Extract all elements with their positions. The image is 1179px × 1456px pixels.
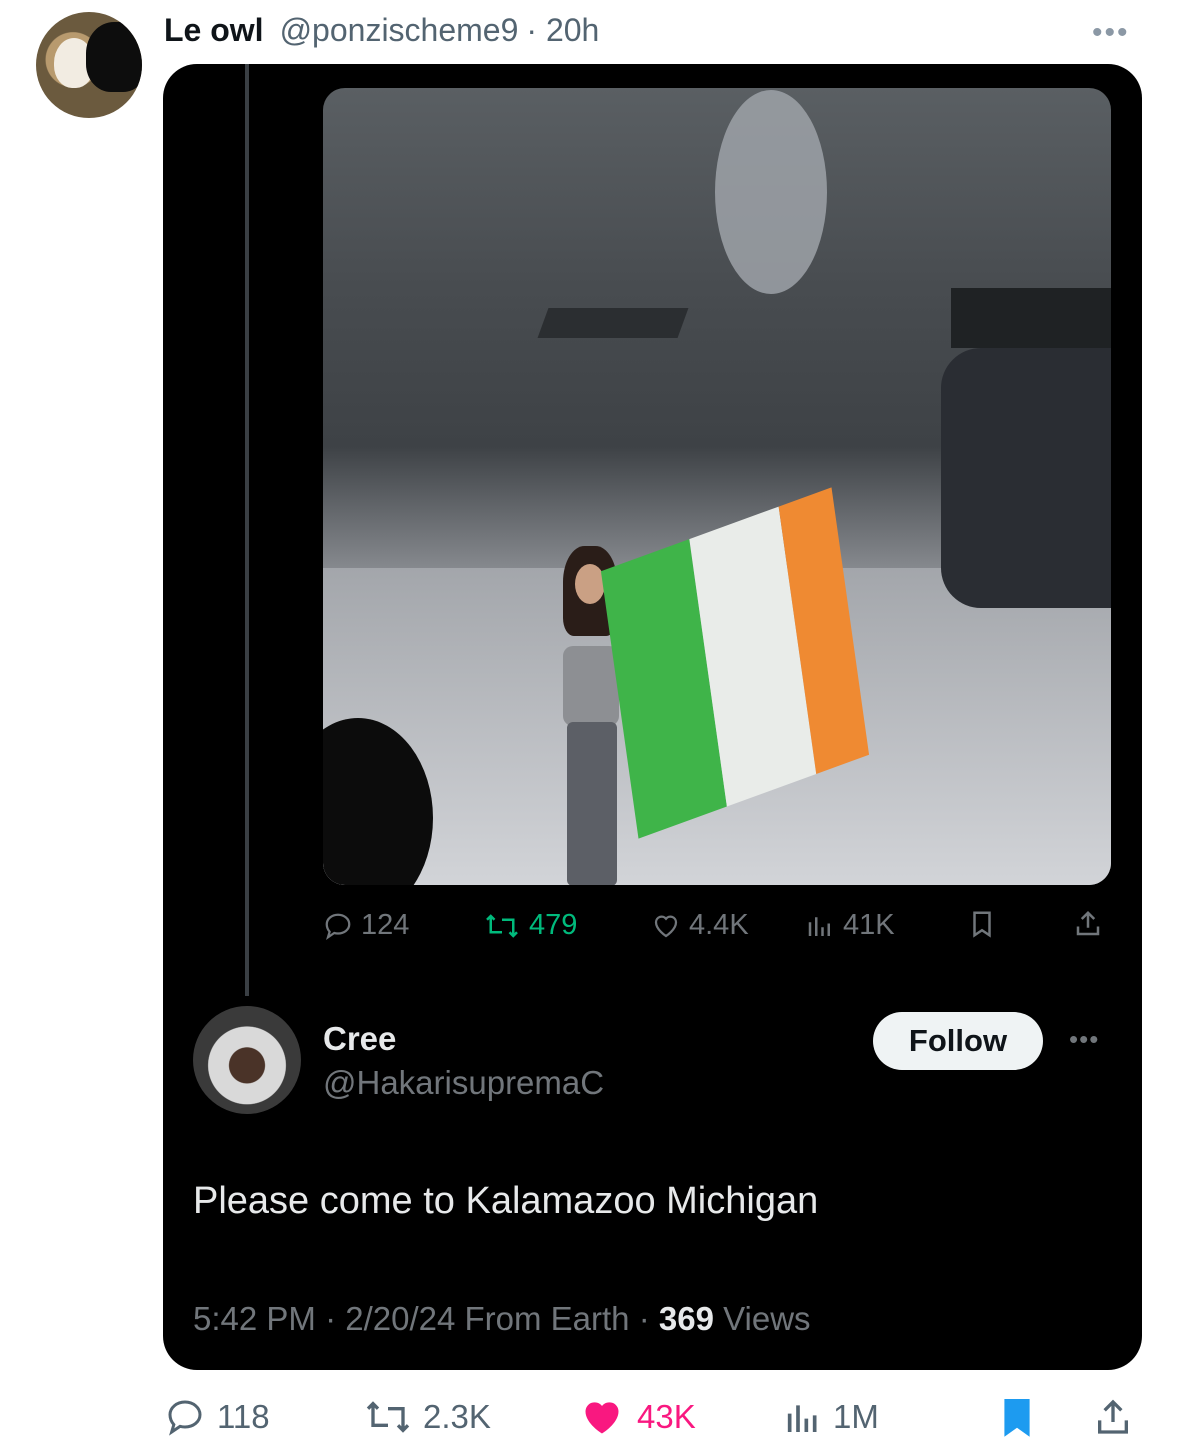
like-count: 43K [637, 1398, 696, 1435]
tweet-time[interactable]: · 20h [526, 12, 599, 49]
reply-meta: 5:42 PM · 2/20/24 From Earth · 369 Views [193, 1300, 811, 1338]
quoted-screenshot[interactable]: cc 124 479 4.4K 41K Cree @Hakarisu [163, 64, 1142, 1370]
views-count: 1M [833, 1398, 879, 1435]
reply-button[interactable]: 124 [323, 909, 409, 942]
analytics-icon [787, 1405, 817, 1432]
thread-line [245, 64, 249, 996]
retweet-icon [486, 913, 518, 938]
retweet-button[interactable]: 2.3K [363, 1392, 491, 1442]
share-icon[interactable] [1093, 1392, 1133, 1442]
retweet-count: 479 [529, 909, 578, 941]
like-count: 4.4K [689, 909, 749, 941]
tweet-header: Le owl @ponzischeme9 · 20h [164, 10, 599, 50]
reply-author-avatar[interactable] [193, 1006, 301, 1114]
dj-booth [951, 288, 1111, 348]
more-options-icon[interactable]: ••• [1092, 16, 1130, 50]
views-button[interactable]: 1M [783, 1392, 879, 1442]
reply-count: 118 [217, 1398, 270, 1435]
stage-cabinet [941, 348, 1111, 608]
retweet-icon [366, 1401, 410, 1433]
author-handle[interactable]: @ponzischeme9 [280, 12, 519, 49]
retweet-count: 2.3K [423, 1398, 491, 1435]
more-options-icon[interactable]: ••• [1069, 1024, 1099, 1055]
follow-button[interactable]: Follow [873, 1012, 1043, 1070]
author-avatar[interactable] [36, 12, 142, 118]
cat-figure [86, 22, 142, 92]
heart-icon [654, 915, 678, 937]
author-name[interactable]: Le owl [164, 12, 264, 49]
analytics-icon [808, 916, 830, 936]
bookmark-filled-icon[interactable] [999, 1392, 1035, 1442]
reply-views-label: Views [713, 1300, 811, 1337]
reply-author-handle[interactable]: @HakarisupremaC [323, 1064, 604, 1102]
stage-rig [537, 308, 689, 338]
bookmark-icon[interactable] [969, 909, 995, 939]
like-button[interactable]: 4.4K [651, 909, 749, 942]
reply-author-name[interactable]: Cree [323, 1020, 396, 1058]
reply-button[interactable]: 118 [163, 1392, 270, 1442]
like-button[interactable]: 43K [577, 1392, 696, 1442]
reply-icon [168, 1400, 202, 1436]
reply-count: 124 [361, 909, 410, 941]
reply-icon [325, 913, 351, 940]
reply-views-count: 369 [658, 1300, 714, 1337]
heart-filled-icon [585, 1402, 619, 1434]
video-player[interactable]: cc [323, 88, 1111, 885]
reply-text: Please come to Kalamazoo Michigan [193, 1180, 819, 1222]
views-count: 41K [843, 909, 895, 941]
stage-light [715, 90, 827, 294]
share-icon[interactable] [1073, 909, 1103, 939]
retweet-button[interactable]: 479 [483, 909, 577, 942]
views-button[interactable]: 41K [805, 909, 895, 942]
tweet-action-bar: 118 2.3K 43K 1M [163, 1392, 1143, 1442]
quoted-action-bar: 124 479 4.4K 41K [323, 909, 1103, 949]
reply-timestamp[interactable]: 5:42 PM · 2/20/24 From Earth · [193, 1300, 659, 1337]
